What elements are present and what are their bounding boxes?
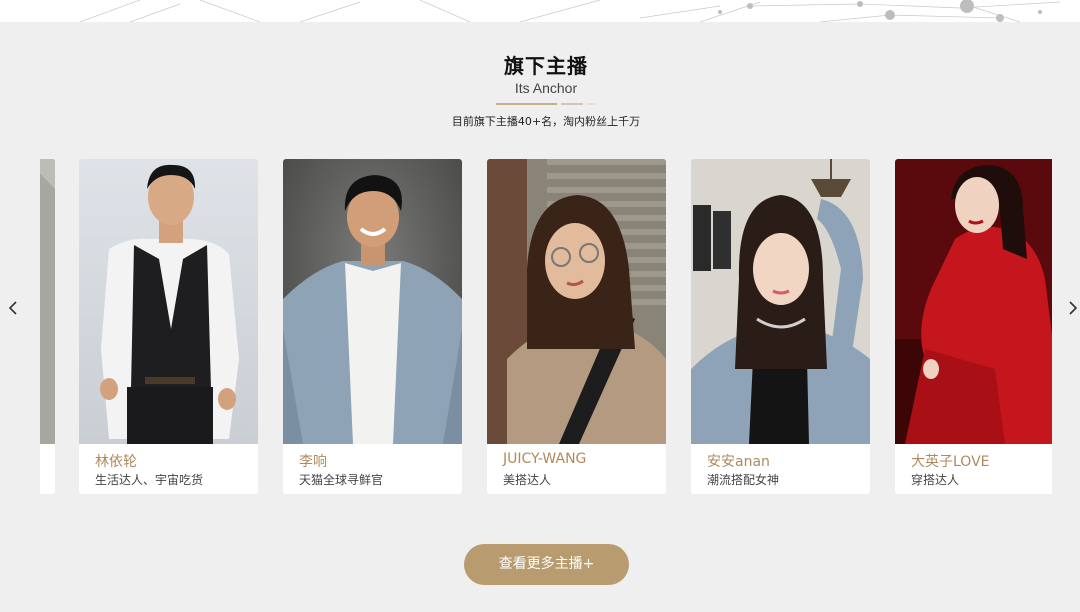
anchor-card[interactable]: 林依轮 生活达人、宇宙吃货 [79, 159, 258, 494]
anchor-photo [487, 159, 666, 444]
anchor-card[interactable]: 安安anan 潮流搭配女神 [691, 159, 870, 494]
anchor-card-partial[interactable] [40, 159, 55, 494]
anchor-photo [40, 159, 55, 444]
anchor-name: JUICY-WANG [503, 451, 587, 467]
anchor-photo [691, 159, 870, 444]
anchor-name: 安安anan [707, 454, 770, 470]
anchor-name: 李响 [299, 454, 327, 470]
top-decoration-band [0, 0, 1080, 22]
anchor-role: 潮流搭配女神 [707, 473, 780, 487]
title-divider [496, 103, 596, 105]
chevron-right-icon [1069, 301, 1078, 315]
section-description: 目前旗下主播40+名，淘内粉丝上千万 [451, 115, 641, 128]
anchor-name: 大英子LOVE [911, 454, 990, 470]
anchor-role: 生活达人、宇宙吃货 [95, 473, 204, 487]
anchor-photo [283, 159, 462, 444]
anchor-photo [895, 159, 1052, 444]
view-more-anchors-button[interactable]: 查看更多主播+ [464, 544, 629, 585]
anchor-role: 天猫全球寻鲜官 [299, 473, 384, 487]
anchor-role: 美搭达人 [503, 473, 552, 487]
anchor-photo [79, 159, 258, 444]
anchor-card[interactable]: JUICY-WANG 美搭达人 [487, 159, 666, 494]
section-title: 旗下主播 [504, 54, 588, 78]
section-subtitle: Its Anchor [514, 80, 578, 96]
carousel-next-button[interactable] [1064, 298, 1080, 318]
anchor-card[interactable]: 大英子LOVE 穿搭达人 [895, 159, 1052, 494]
carousel-prev-button[interactable] [6, 298, 22, 318]
chevron-left-icon [8, 301, 17, 315]
anchor-card[interactable]: 李响 天猫全球寻鲜官 [283, 159, 462, 494]
anchor-carousel: 林依轮 生活达人、宇宙吃货 李响 天猫全球寻鲜官 JUICY-WANG 美搭达人… [40, 159, 1052, 495]
anchor-name: 林依轮 [95, 454, 137, 470]
anchor-role: 穿搭达人 [911, 473, 960, 487]
